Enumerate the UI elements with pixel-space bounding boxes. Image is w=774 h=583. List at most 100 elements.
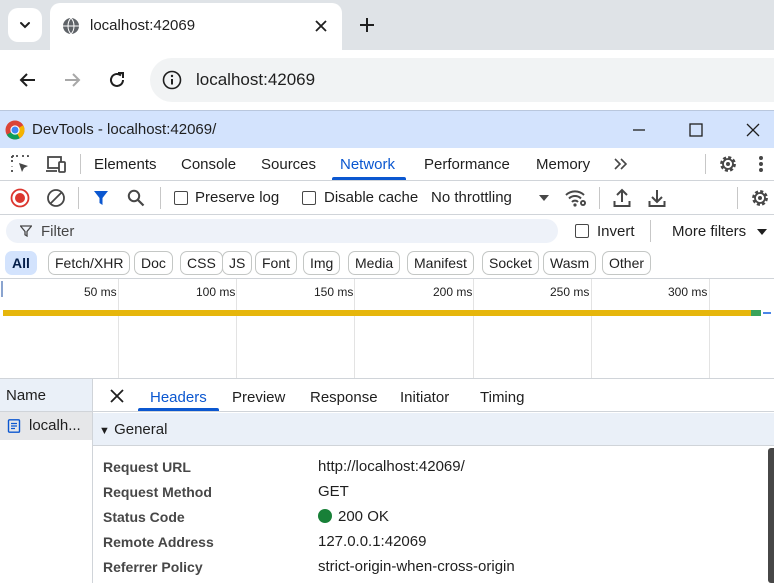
type-filter-js[interactable]: JS [222,251,253,275]
document-icon [7,419,21,433]
active-tab-indicator [332,177,406,180]
download-icon [648,190,666,207]
preserve-log-checkbox[interactable] [174,191,188,205]
address-bar[interactable]: localhost:42069 [150,58,774,102]
tab-sources[interactable]: Sources [261,148,316,180]
request-detail-tabs: Headers Preview Response Initiator Timin… [93,379,774,412]
name-column-header[interactable]: Name [0,379,92,412]
tick-line [473,279,474,378]
type-filter-all[interactable]: All [5,251,37,275]
type-filter-fetch-xhr[interactable]: Fetch/XHR [48,251,131,275]
close-icon [110,389,124,403]
tab-initiator[interactable]: Initiator [400,379,449,412]
details-scrollbar[interactable] [768,448,774,583]
tab-memory[interactable]: Memory [536,148,590,180]
tick-label: 250 ms [550,285,590,299]
filter-separator [650,220,651,242]
search-icon [127,189,145,207]
more-filters-label: More filters [672,223,747,240]
tick-label: 300 ms [668,285,708,299]
browser-tab[interactable]: localhost:42069 [50,3,342,50]
network-conditions-button[interactable] [563,186,589,210]
type-filter-wasm[interactable]: Wasm [543,251,597,275]
inspect-element-button[interactable] [8,152,32,176]
request-waiting-bar [3,310,751,316]
devtools-tab-bar: Elements Console Sources Network Perform… [0,148,774,181]
toolbar-separator [78,187,79,209]
filter-toggle-button[interactable] [91,187,111,209]
header-value: GET [318,483,349,500]
request-row[interactable]: localh... [0,412,92,440]
throttling-select[interactable]: No throttling [424,185,556,211]
window-close-button[interactable] [742,119,764,141]
toolbar-separator [737,187,738,209]
network-settings-button[interactable] [748,186,772,210]
type-filter-manifest[interactable]: Manifest [407,251,474,275]
dom-content-loaded-marker [763,312,771,314]
tab-close-button[interactable] [310,15,332,37]
type-filter-other[interactable]: Other [602,251,652,275]
type-filter-img[interactable]: Img [303,251,341,275]
tab-elements[interactable]: Elements [94,148,157,180]
overview-handle[interactable] [1,281,3,297]
minimize-icon [633,129,645,131]
disable-cache-label: Disable cache [324,189,419,206]
tab-console[interactable]: Console [181,148,236,180]
close-details-button[interactable] [108,387,126,405]
header-key: Remote Address [103,534,214,550]
filter-row: Filter Invert More filters [0,215,774,247]
more-tabs-button[interactable] [610,154,632,174]
tab-search-button[interactable] [8,8,42,42]
request-name: localh... [29,417,81,434]
type-filter-doc[interactable]: Doc [134,251,173,275]
new-tab-button[interactable] [355,13,379,37]
forward-button[interactable] [58,66,86,94]
disable-cache-checkbox[interactable] [302,191,316,205]
customize-menu-button[interactable] [752,152,770,176]
toolbar-separator [160,187,161,209]
import-har-button[interactable] [611,186,633,210]
device-toolbar-button[interactable] [43,152,69,176]
invert-label: Invert [597,223,635,240]
type-filter-css[interactable]: CSS [180,251,223,275]
more-filters-dropdown[interactable]: More filters [665,219,774,243]
minimize-button[interactable] [628,119,650,141]
settings-button[interactable] [716,152,740,176]
clear-button[interactable] [45,187,67,209]
tab-response[interactable]: Response [310,379,378,412]
inspect-cursor-icon [11,155,29,173]
back-button[interactable] [14,66,42,94]
header-value: strict-origin-when-cross-origin [318,558,515,575]
vertical-dots-icon [759,156,763,172]
browser-toolbar: localhost:42069 [0,50,774,110]
type-filter-socket[interactable]: Socket [482,251,539,275]
tick-line [236,279,237,378]
tab-network[interactable]: Network [340,148,395,180]
request-list: Name localh... [0,379,93,583]
double-chevron-right-icon [614,158,628,170]
search-button[interactable] [125,187,147,209]
tab-performance[interactable]: Performance [424,148,510,180]
invert-checkbox[interactable] [575,224,589,238]
network-overview[interactable]: 50 ms 100 ms 150 ms 200 ms 250 ms 300 ms [0,278,774,379]
info-icon[interactable] [162,70,182,90]
maximize-button[interactable] [685,119,707,141]
header-key: Request URL [103,459,191,475]
toolbar-separator [599,187,600,209]
type-filter-font[interactable]: Font [255,251,298,275]
filter-input[interactable]: Filter [6,219,558,243]
general-section-header[interactable]: ▼ General [93,413,774,446]
stop-recording-button[interactable] [9,187,31,209]
gear-icon [752,190,768,206]
tick-label: 150 ms [314,285,354,299]
tab-preview[interactable]: Preview [232,379,285,412]
tick-line [709,279,710,378]
reload-button[interactable] [103,66,131,94]
globe-icon [63,17,79,35]
throttling-value: No throttling [431,189,512,206]
filter-placeholder: Filter [41,223,75,240]
tab-timing[interactable]: Timing [480,379,524,412]
address-text[interactable]: localhost:42069 [196,70,315,90]
export-har-button[interactable] [646,186,668,210]
type-filter-media[interactable]: Media [348,251,401,275]
